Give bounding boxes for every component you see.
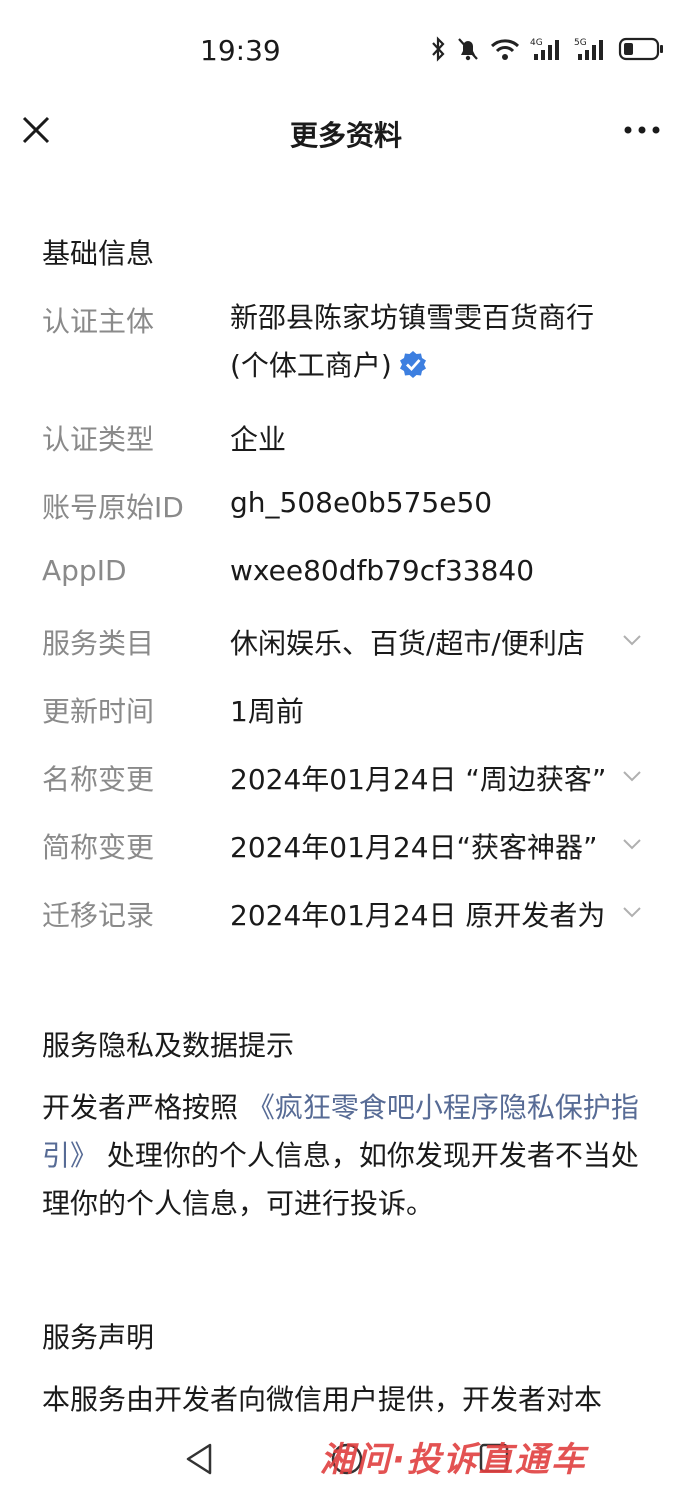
status-bar: 19:39 4G 5G	[0, 0, 692, 100]
basic-info-title: 基础信息	[42, 237, 155, 270]
info-label: 简称变更	[42, 831, 155, 864]
statement-text: 本服务由开发者向微信用户提供，开发者对本	[42, 1383, 603, 1416]
info-label: 认证主体	[42, 305, 155, 338]
info-label: 认证类型	[42, 423, 155, 456]
status-icons: 4G 5G	[430, 36, 664, 62]
mute-bell-icon	[458, 38, 478, 61]
info-label: 账号原始ID	[42, 491, 184, 524]
info-row-short-name-change[interactable]: 简称变更 2024年01月24日“获客神器”	[0, 826, 692, 866]
signal-4g-icon: 4G	[530, 38, 559, 60]
info-label: AppID	[42, 554, 127, 587]
info-row-service-category[interactable]: 服务类目 休闲娱乐、百货/超市/便利店	[0, 622, 692, 662]
network-5g-label: 5G	[574, 38, 587, 48]
statement-section-title: 服务声明	[42, 1321, 155, 1354]
back-triangle-icon[interactable]	[184, 1442, 214, 1476]
info-value: 2024年01月24日 原开发者为	[230, 899, 606, 932]
info-row-name-change[interactable]: 名称变更 2024年01月24日 “周边获客”	[0, 758, 692, 798]
info-label: 更新时间	[42, 695, 155, 728]
info-value: 新邵县陈家坊镇雪雯百货商行(个体工商户)	[230, 294, 620, 390]
privacy-text: 开发者严格按照 《疯狂零食吧小程序隐私保护指引》 处理你的个人信息，如你发现开发…	[42, 1084, 642, 1228]
battery-icon	[618, 37, 663, 61]
bluetooth-icon	[432, 36, 445, 62]
top-nav-bar: 更多资料	[0, 100, 692, 172]
network-4g-label: 4G	[530, 38, 543, 48]
chevron-down-icon[interactable]	[622, 838, 642, 850]
chevron-down-icon[interactable]	[622, 770, 642, 782]
page-title: 更多资料	[289, 119, 402, 152]
privacy-text-after: 处理你的个人信息，如你发现开发者不当处理你的个人信息，可进行投诉。	[42, 1139, 639, 1220]
status-time: 19:39	[200, 34, 281, 67]
privacy-section-title: 服务隐私及数据提示	[42, 1029, 295, 1062]
info-label: 迁移记录	[42, 899, 155, 932]
info-value: 企业	[230, 423, 287, 456]
info-value: 1周前	[230, 695, 304, 728]
info-value: 2024年01月24日 “周边获客”	[230, 763, 607, 796]
wifi-icon	[490, 39, 520, 60]
more-icon[interactable]	[622, 112, 662, 148]
info-row-migration[interactable]: 迁移记录 2024年01月24日 原开发者为	[0, 894, 692, 934]
info-label: 名称变更	[42, 763, 155, 796]
info-value: gh_508e0b575e50	[230, 486, 493, 519]
privacy-text-before: 开发者严格按照	[42, 1091, 239, 1124]
verified-badge-icon	[399, 351, 426, 378]
info-value: 休闲娱乐、百货/超市/便利店	[230, 627, 585, 660]
chevron-down-icon[interactable]	[622, 906, 642, 918]
chevron-down-icon[interactable]	[622, 634, 642, 646]
info-value: 2024年01月24日“获客神器”	[230, 831, 598, 864]
info-label: 服务类目	[42, 627, 155, 660]
info-value: wxee80dfb79cf33840	[230, 554, 535, 587]
watermark-logo: 湘问·投诉直通车	[320, 1440, 587, 1480]
signal-5g-icon: 5G	[574, 38, 603, 60]
